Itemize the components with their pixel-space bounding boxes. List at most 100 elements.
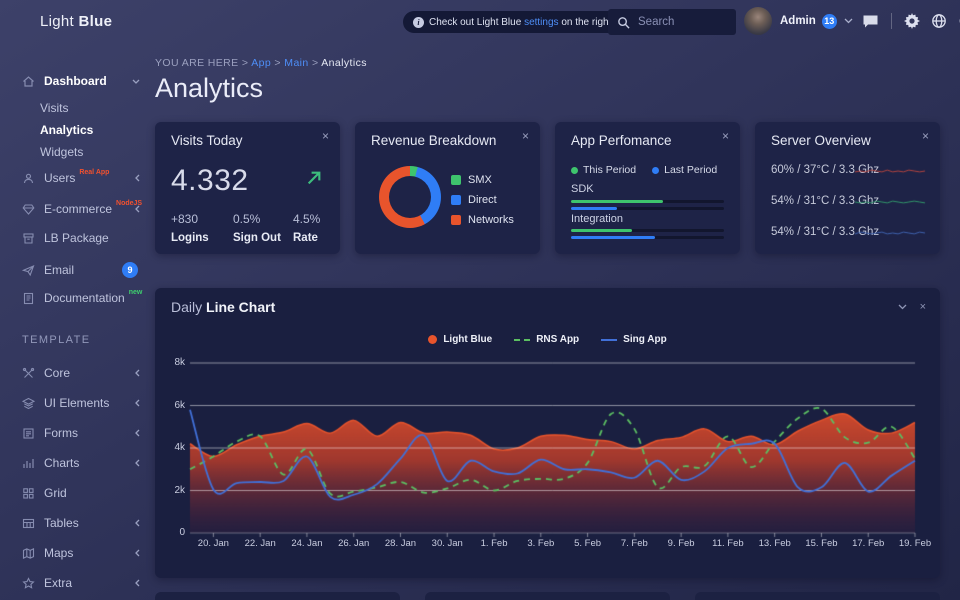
close-icon[interactable]: × bbox=[322, 129, 329, 143]
user-icon bbox=[22, 172, 35, 185]
progress-fill-last-period bbox=[571, 236, 656, 239]
chevron-down-icon bbox=[132, 79, 140, 84]
close-icon[interactable]: × bbox=[922, 129, 929, 143]
sidebar-item-core[interactable]: Core bbox=[22, 363, 140, 383]
grid-icon bbox=[22, 487, 35, 500]
legend-dot bbox=[571, 166, 578, 174]
stat-label: Rate bbox=[293, 232, 318, 244]
chevron-left-icon bbox=[135, 369, 140, 377]
breadcrumb-link-app[interactable]: App bbox=[251, 57, 271, 69]
daily-line-chart-card: Daily Line Chart × Light Blue RNS App Si… bbox=[155, 288, 940, 578]
sidebar-item-widgets[interactable]: Widgets bbox=[40, 142, 140, 162]
chevron-left-icon bbox=[135, 205, 140, 213]
sidebar-item-forms[interactable]: Forms bbox=[22, 423, 140, 443]
progress-track bbox=[571, 200, 724, 203]
dashboard-page: Light Blue Dashboard Visits Analytics Wi… bbox=[0, 0, 960, 600]
map-icon bbox=[22, 547, 35, 560]
chevron-left-icon bbox=[135, 459, 140, 467]
home-icon bbox=[22, 75, 35, 88]
y-tick-label: 0 bbox=[179, 527, 185, 538]
legend-label: Direct bbox=[468, 194, 497, 206]
legend-label: SMX bbox=[468, 174, 492, 186]
donut-chart bbox=[379, 166, 441, 228]
chevron-left-icon bbox=[135, 429, 140, 437]
y-tick-label: 4k bbox=[174, 442, 185, 453]
progress-fill-this-period bbox=[571, 229, 633, 232]
legend-dash bbox=[514, 338, 531, 341]
chart-title: Daily Line Chart bbox=[171, 299, 276, 315]
card-title: Server Overview bbox=[771, 133, 871, 148]
performance-legend: This Period Last Period bbox=[571, 164, 717, 176]
sidebar-item-users[interactable]: Users Real App bbox=[22, 168, 140, 188]
layers-icon bbox=[22, 397, 35, 410]
card-stub bbox=[155, 592, 400, 600]
app-logo[interactable]: Light Blue bbox=[40, 13, 112, 30]
legend-label: Last Period bbox=[664, 164, 718, 176]
documentation-tag: new bbox=[128, 289, 143, 296]
card-title: Revenue Breakdown bbox=[371, 133, 497, 148]
visits-today-card: Visits Today × 4.332 +830 0.5% 4.5% Logi… bbox=[155, 122, 340, 254]
progress-fill-last-period bbox=[571, 207, 617, 210]
chevron-left-icon bbox=[135, 549, 140, 557]
sidebar-item-dashboard[interactable]: Dashboard bbox=[22, 71, 140, 91]
bar-group-label: SDK bbox=[571, 183, 594, 195]
sidebar-item-maps[interactable]: Maps bbox=[22, 543, 140, 563]
star-icon bbox=[22, 576, 35, 590]
file-text-icon bbox=[22, 292, 35, 305]
table-icon bbox=[22, 517, 35, 530]
legend-label: Sing App bbox=[623, 334, 667, 345]
users-tag: Real App bbox=[79, 169, 110, 176]
tools-icon bbox=[22, 367, 35, 380]
breadcrumb-current: Analytics bbox=[321, 57, 367, 69]
card-title: Visits Today bbox=[171, 133, 243, 148]
legend-swatch bbox=[451, 175, 461, 185]
donut-legend: SMX Direct Networks bbox=[451, 174, 514, 226]
progress-track bbox=[571, 229, 724, 232]
close-icon[interactable]: × bbox=[722, 129, 729, 143]
breadcrumb-link-main[interactable]: Main bbox=[284, 57, 308, 69]
stat-label: Sign Out bbox=[233, 232, 281, 244]
chart-legend: Light Blue RNS App Sing App bbox=[155, 334, 940, 345]
progress-track bbox=[571, 236, 724, 239]
app-performance-card: App Perfomance × This Period Last Period… bbox=[555, 122, 740, 254]
legend-label: Networks bbox=[468, 214, 514, 226]
stat-label: Logins bbox=[171, 232, 209, 244]
sidebar-item-grid[interactable]: Grid bbox=[22, 483, 140, 503]
stat-value: +830 bbox=[171, 212, 199, 226]
chevron-left-icon bbox=[135, 519, 140, 527]
sparkline bbox=[854, 164, 926, 177]
card-stub bbox=[425, 592, 670, 600]
legend-label: This Period bbox=[583, 164, 637, 176]
sidebar-item-ecommerce[interactable]: E-commerce NodeJS bbox=[22, 199, 142, 219]
sidebar-item-email[interactable]: Email 9 bbox=[22, 260, 140, 280]
send-icon bbox=[22, 264, 35, 277]
visits-value: 4.332 bbox=[171, 164, 249, 197]
gem-icon bbox=[22, 203, 35, 216]
package-icon bbox=[22, 232, 35, 245]
bar-group-label: Integration bbox=[571, 213, 623, 225]
legend-swatch bbox=[451, 215, 461, 225]
bar-chart-icon bbox=[22, 457, 35, 470]
legend-label: Light Blue bbox=[443, 334, 493, 345]
legend-line bbox=[601, 338, 618, 341]
line-chart-canvas bbox=[185, 358, 920, 542]
sidebar-item-visits[interactable]: Visits bbox=[40, 98, 140, 118]
collapse-chevron-icon[interactable] bbox=[898, 304, 907, 310]
sidebar-item-documentation[interactable]: Documentation new bbox=[22, 288, 143, 308]
page-title: Analytics bbox=[155, 73, 264, 103]
sidebar-item-analytics[interactable]: Analytics bbox=[40, 120, 140, 140]
close-icon[interactable]: × bbox=[920, 301, 926, 313]
close-icon[interactable]: × bbox=[522, 129, 529, 143]
legend-dot bbox=[652, 166, 660, 174]
sidebar-item-charts[interactable]: Charts bbox=[22, 453, 140, 473]
sidebar-section-template: TEMPLATE bbox=[22, 334, 91, 346]
chevron-left-icon bbox=[135, 579, 140, 587]
email-badge: 9 bbox=[122, 262, 138, 278]
sidebar-item-lb-package[interactable]: LB Package bbox=[22, 228, 140, 248]
sidebar-item-tables[interactable]: Tables bbox=[22, 513, 140, 533]
stat-value: 0.5% bbox=[233, 212, 261, 226]
legend-dot bbox=[428, 335, 438, 344]
sidebar-item-extra[interactable]: Extra bbox=[22, 573, 140, 593]
revenue-breakdown-card: Revenue Breakdown × SMX Direct Networks bbox=[355, 122, 540, 254]
sidebar-item-ui-elements[interactable]: UI Elements bbox=[22, 393, 140, 413]
